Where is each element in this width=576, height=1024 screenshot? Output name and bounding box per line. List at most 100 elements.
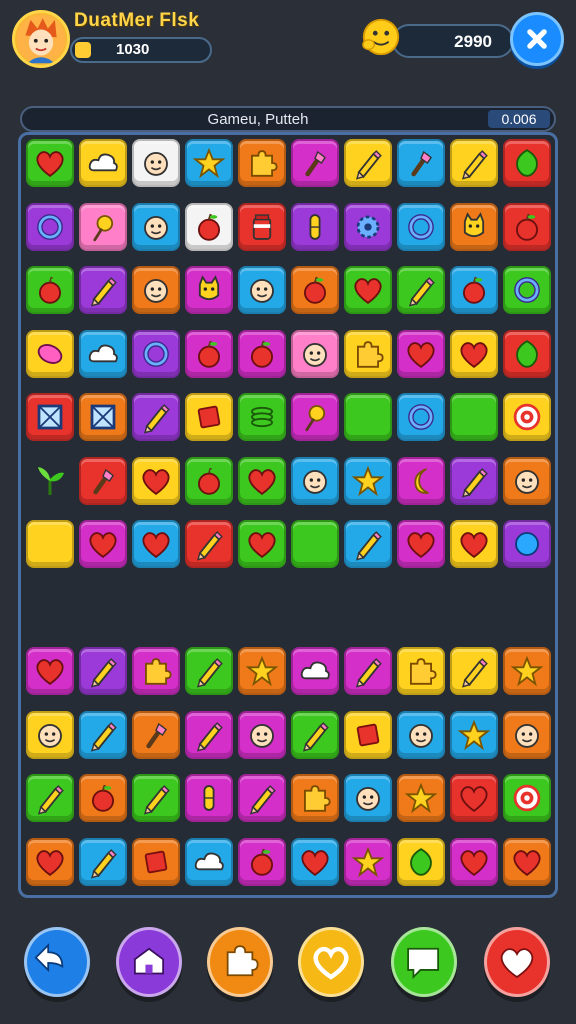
tile-ring[interactable] bbox=[26, 202, 74, 251]
tile-heart[interactable] bbox=[450, 329, 498, 378]
tile-heart[interactable] bbox=[291, 837, 339, 886]
tile-pencil[interactable] bbox=[79, 647, 127, 695]
tile-apple[interactable] bbox=[238, 837, 286, 886]
tile-apple[interactable] bbox=[185, 329, 233, 378]
tile-heart[interactable] bbox=[26, 139, 74, 187]
tile-heart[interactable] bbox=[450, 837, 498, 886]
tile-brush[interactable] bbox=[397, 139, 445, 187]
tile-pencil[interactable] bbox=[79, 710, 127, 759]
tile-puzzle[interactable] bbox=[132, 647, 180, 695]
tile-pencil[interactable] bbox=[185, 647, 233, 695]
chat-button[interactable] bbox=[391, 927, 457, 997]
tile-pencil[interactable] bbox=[450, 647, 498, 695]
tile-star[interactable] bbox=[344, 456, 392, 505]
tile-heart[interactable] bbox=[132, 456, 180, 505]
tile-blank[interactable] bbox=[291, 520, 339, 568]
tile-pencil[interactable] bbox=[344, 139, 392, 187]
tile-ring[interactable] bbox=[503, 266, 551, 314]
tile-pencil[interactable] bbox=[238, 774, 286, 822]
tile-apple[interactable] bbox=[26, 266, 74, 314]
tile-face[interactable] bbox=[503, 456, 551, 505]
tile-face[interactable] bbox=[132, 202, 180, 251]
tile-ring[interactable] bbox=[132, 329, 180, 378]
tile-blank[interactable] bbox=[344, 393, 392, 441]
like-button[interactable] bbox=[484, 927, 550, 997]
tile-star[interactable] bbox=[185, 139, 233, 187]
tile-heart[interactable] bbox=[397, 329, 445, 378]
tile-ring[interactable] bbox=[397, 202, 445, 251]
tile-face[interactable] bbox=[397, 710, 445, 759]
tile-ring[interactable] bbox=[397, 393, 445, 441]
tile-puzzle[interactable] bbox=[397, 647, 445, 695]
tile-star[interactable] bbox=[344, 837, 392, 886]
tile-target[interactable] bbox=[503, 393, 551, 441]
tile-brush[interactable] bbox=[132, 710, 180, 759]
tile-puzzle[interactable] bbox=[344, 329, 392, 378]
tile-pencil[interactable] bbox=[185, 520, 233, 568]
back-button[interactable] bbox=[24, 927, 90, 997]
tile-lollipop[interactable] bbox=[79, 202, 127, 251]
tile-pill[interactable] bbox=[185, 774, 233, 822]
hint-button[interactable] bbox=[207, 927, 273, 997]
tile-face[interactable] bbox=[344, 774, 392, 822]
tile-brush[interactable] bbox=[79, 456, 127, 505]
tile-pill[interactable] bbox=[291, 202, 339, 251]
tile-cloud[interactable] bbox=[79, 329, 127, 378]
tile-face[interactable] bbox=[291, 329, 339, 378]
tile-cat[interactable] bbox=[450, 202, 498, 251]
tile-star[interactable] bbox=[503, 647, 551, 695]
tile-pencil[interactable] bbox=[132, 774, 180, 822]
tile-bubble[interactable] bbox=[503, 520, 551, 568]
tile-brush[interactable] bbox=[291, 139, 339, 187]
tile-heart[interactable] bbox=[26, 647, 74, 695]
tile-apple[interactable] bbox=[291, 266, 339, 314]
tile-star[interactable] bbox=[238, 647, 286, 695]
tile-star[interactable] bbox=[450, 710, 498, 759]
tile-heart[interactable] bbox=[26, 837, 74, 886]
tile-pencil[interactable] bbox=[79, 266, 127, 314]
tile-square[interactable] bbox=[132, 837, 180, 886]
tile-pencil[interactable] bbox=[291, 710, 339, 759]
tile-lollipop[interactable] bbox=[291, 393, 339, 441]
tile-pencil[interactable] bbox=[450, 139, 498, 187]
tile-heart[interactable] bbox=[450, 774, 498, 822]
tile-heart[interactable] bbox=[450, 520, 498, 568]
tile-blank[interactable] bbox=[450, 393, 498, 441]
tile-heart[interactable] bbox=[344, 266, 392, 314]
tile-moon[interactable] bbox=[397, 456, 445, 505]
tile-puzzle[interactable] bbox=[238, 139, 286, 187]
tile-leaf[interactable] bbox=[503, 139, 551, 187]
tile-face[interactable] bbox=[238, 710, 286, 759]
tile-target[interactable] bbox=[503, 774, 551, 822]
tile-puzzle[interactable] bbox=[291, 774, 339, 822]
tile-gear[interactable] bbox=[344, 202, 392, 251]
tile-face[interactable] bbox=[26, 710, 74, 759]
tile-pencil[interactable] bbox=[185, 710, 233, 759]
tile-face[interactable] bbox=[132, 266, 180, 314]
player-avatar[interactable] bbox=[12, 10, 70, 68]
tile-heart[interactable] bbox=[132, 520, 180, 568]
tile-apple[interactable] bbox=[503, 202, 551, 251]
tile-apple[interactable] bbox=[238, 329, 286, 378]
tile-heart[interactable] bbox=[397, 520, 445, 568]
tile-pencil[interactable] bbox=[397, 266, 445, 314]
tile-pencil[interactable] bbox=[26, 774, 74, 822]
tile-face[interactable] bbox=[132, 139, 180, 187]
tile-pencil[interactable] bbox=[79, 837, 127, 886]
settings-button[interactable] bbox=[510, 12, 564, 66]
tile-pencil[interactable] bbox=[344, 520, 392, 568]
tile-leaf[interactable] bbox=[397, 837, 445, 886]
tile-cloud[interactable] bbox=[291, 647, 339, 695]
tile-apple[interactable] bbox=[185, 202, 233, 251]
tile-star[interactable] bbox=[397, 774, 445, 822]
tile-coin[interactable] bbox=[238, 393, 286, 441]
tile-cat[interactable] bbox=[185, 266, 233, 314]
tile-pencil[interactable] bbox=[450, 456, 498, 505]
tile-square[interactable] bbox=[185, 393, 233, 441]
tile-apple[interactable] bbox=[79, 774, 127, 822]
tile-face[interactable] bbox=[503, 710, 551, 759]
tile-jar[interactable] bbox=[238, 202, 286, 251]
tile-bean[interactable] bbox=[26, 329, 74, 378]
home-button[interactable] bbox=[116, 927, 182, 997]
tile-apple[interactable] bbox=[185, 456, 233, 505]
